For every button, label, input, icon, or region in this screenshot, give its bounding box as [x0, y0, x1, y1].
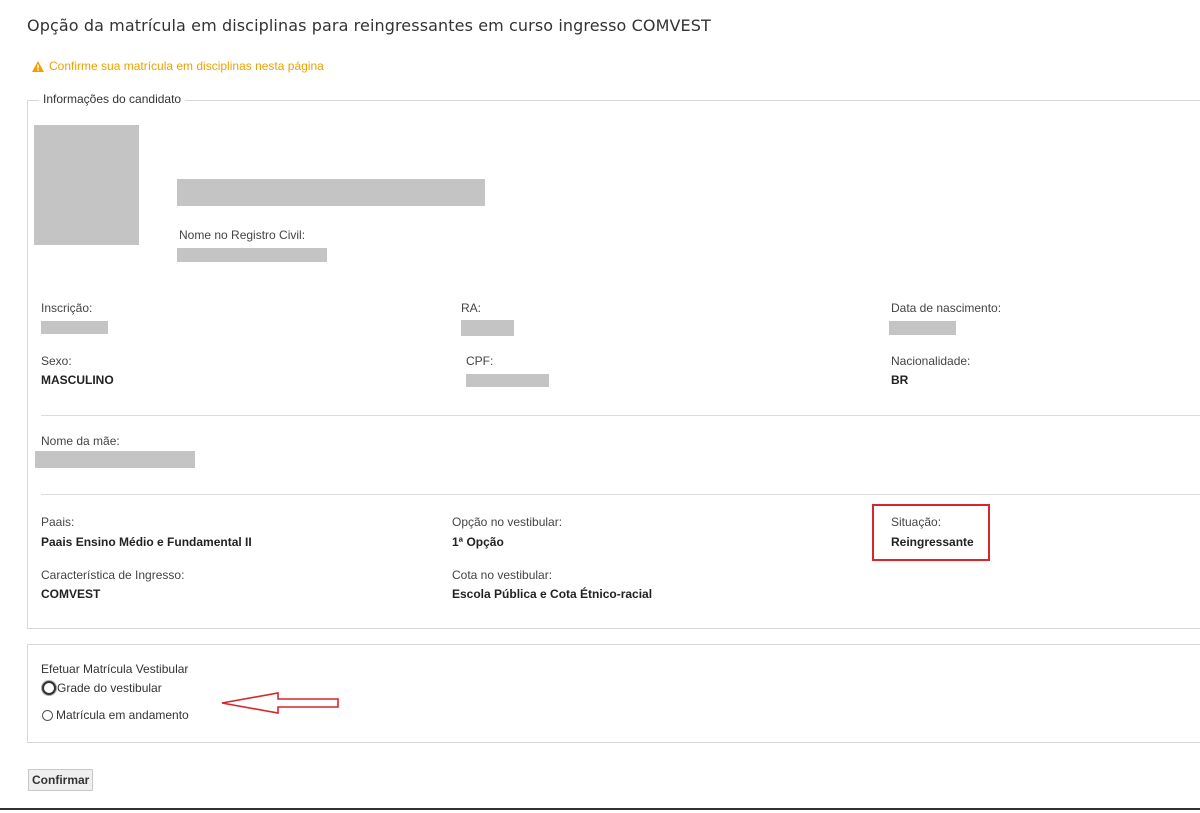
inscricao-redacted — [41, 321, 108, 334]
entry-characteristic-value: COMVEST — [41, 587, 101, 601]
registry-name-label: Nome no Registro Civil: — [179, 228, 306, 242]
nationality-label: Nacionalidade: — [891, 354, 971, 368]
nationality-value: BR — [891, 373, 909, 387]
radio-button[interactable] — [42, 681, 56, 695]
radio-label: Grade do vestibular — [57, 681, 162, 695]
radio-grade-vestibular[interactable]: Grade do vestibular — [42, 681, 162, 695]
radio-matricula-andamento[interactable]: Matrícula em andamento — [42, 708, 189, 722]
divider — [41, 415, 1200, 416]
mother-name-redacted — [35, 451, 195, 468]
confirm-button[interactable]: Confirmar — [28, 769, 94, 791]
cpf-label: CPF: — [466, 354, 494, 368]
warning-icon — [32, 60, 44, 72]
vestibular-quota-value: Escola Pública e Cota Étnico-racial — [452, 587, 653, 601]
birth-date-redacted — [889, 321, 956, 335]
inscricao-label: Inscrição: — [41, 301, 93, 315]
cpf-redacted — [466, 374, 549, 387]
sex-label: Sexo: — [41, 354, 72, 368]
warning-message: Confirme sua matrícula em disciplinas ne… — [32, 59, 324, 73]
vestibular-quota-label: Cota no vestibular: — [452, 568, 553, 582]
candidate-photo — [34, 125, 139, 245]
enrollment-title: Efetuar Matrícula Vestibular — [41, 662, 189, 676]
mother-name-label: Nome da mãe: — [41, 434, 120, 448]
vestibular-option-label: Opção no vestibular: — [452, 515, 563, 529]
paais-label: Paais: — [41, 515, 75, 529]
divider — [41, 494, 1200, 495]
candidate-name-redacted — [177, 179, 485, 206]
candidate-info-legend: Informações do candidato — [39, 92, 186, 106]
registry-name-redacted — [177, 248, 327, 262]
enrollment-fieldset — [27, 644, 1200, 743]
radio-button[interactable] — [42, 709, 53, 721]
ra-redacted — [461, 320, 514, 336]
status-highlight-box — [872, 504, 990, 561]
entry-characteristic-label: Característica de Ingresso: — [41, 568, 185, 582]
birth-date-label: Data de nascimento: — [891, 301, 1002, 315]
warning-text: Confirme sua matrícula em disciplinas ne… — [49, 59, 324, 73]
ra-label: RA: — [461, 301, 482, 315]
sex-value: MASCULINO — [41, 373, 114, 387]
left-arrow-icon — [221, 692, 339, 714]
paais-value: Paais Ensino Médio e Fundamental II — [41, 535, 252, 549]
page-title: Opção da matrícula em disciplinas para r… — [27, 16, 711, 35]
vestibular-option-value: 1ª Opção — [452, 535, 504, 549]
radio-label: Matrícula em andamento — [56, 708, 189, 722]
bottom-border — [0, 808, 1200, 810]
